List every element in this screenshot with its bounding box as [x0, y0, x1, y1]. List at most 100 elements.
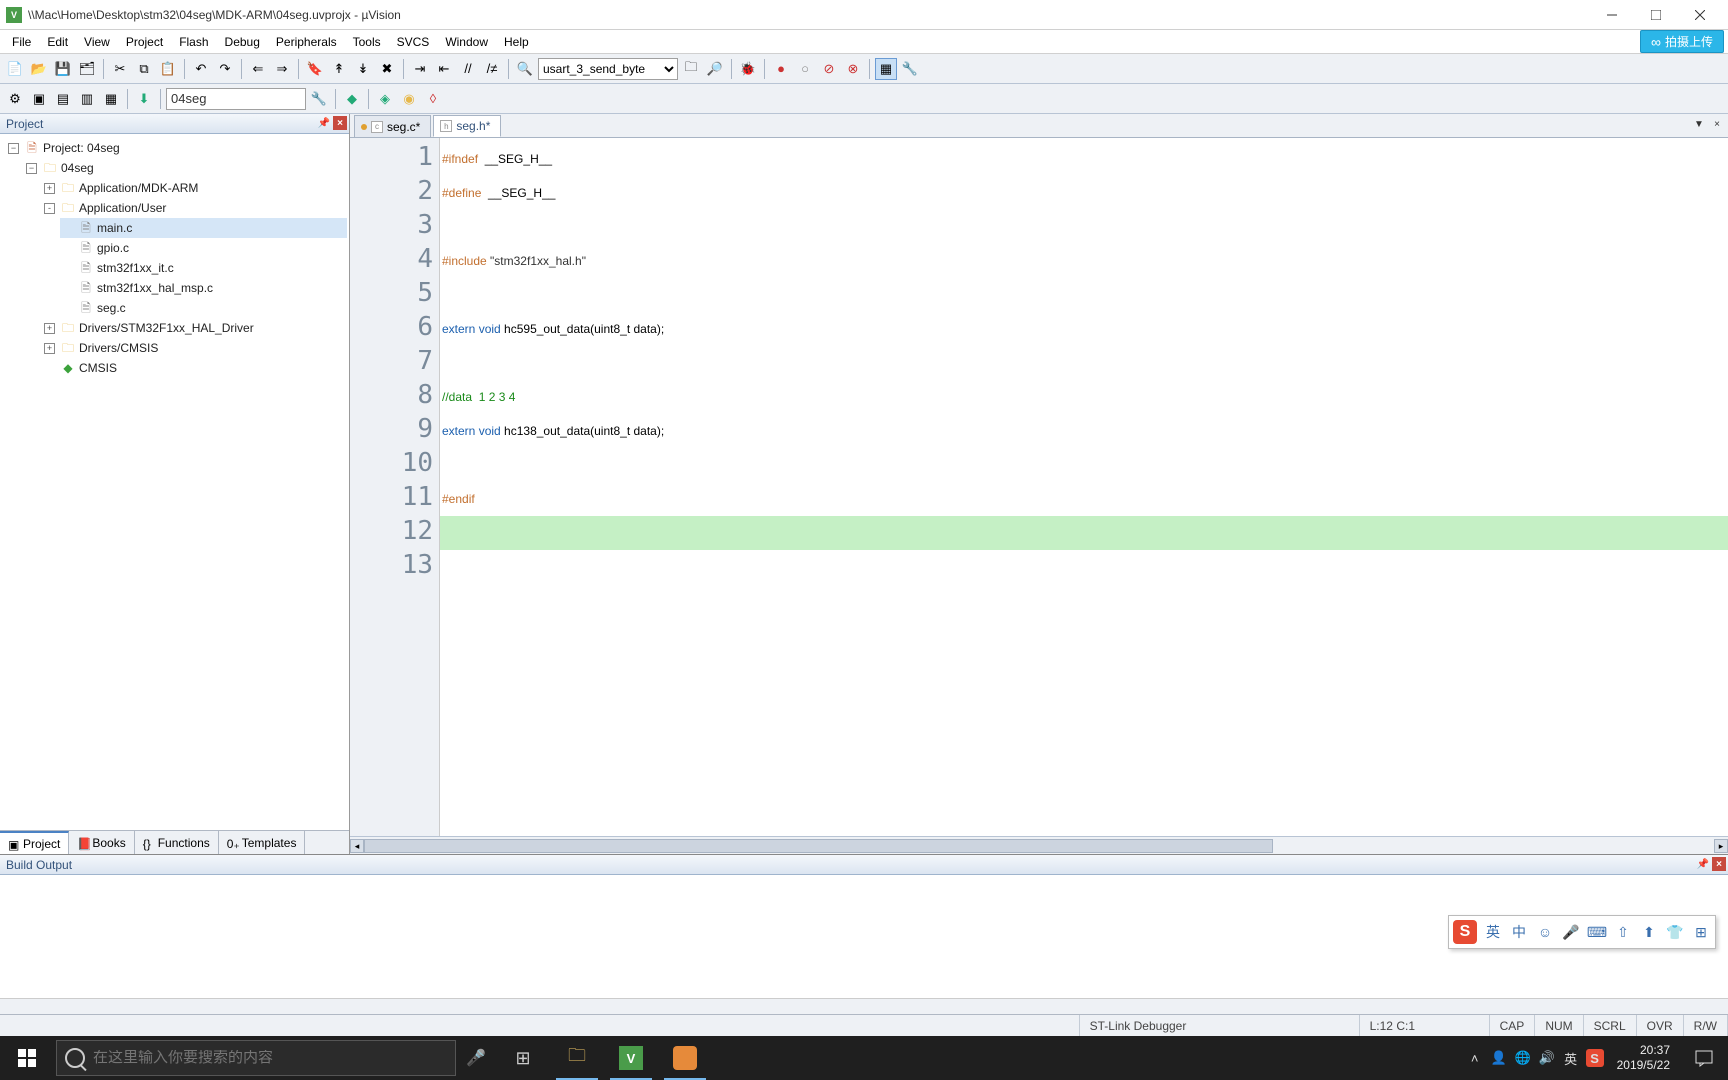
manage-icon[interactable]: ◊: [422, 88, 444, 110]
rebuild-icon[interactable]: ▤: [52, 88, 74, 110]
code-line[interactable]: [440, 210, 1728, 244]
scroll-right-icon[interactable]: ▸: [1714, 839, 1728, 853]
code-line[interactable]: #define __SEG_H__: [440, 176, 1728, 210]
code-line[interactable]: //data 1 2 3 4: [440, 380, 1728, 414]
taskbar-clock[interactable]: 20:37 2019/5/22: [1607, 1043, 1680, 1073]
tray-sogou-icon[interactable]: S: [1586, 1049, 1604, 1067]
ime-emoji-icon[interactable]: ☺: [1535, 922, 1555, 942]
code-line[interactable]: [440, 278, 1728, 312]
maximize-button[interactable]: [1634, 1, 1678, 29]
close-button[interactable]: [1678, 1, 1722, 29]
nav-back-icon[interactable]: ⇐: [247, 58, 269, 80]
manage-rte-icon[interactable]: ◆: [341, 88, 363, 110]
tray-volume-icon[interactable]: 🔊: [1535, 1036, 1559, 1080]
batch-build-icon[interactable]: ▥: [76, 88, 98, 110]
panel-close-icon[interactable]: ×: [333, 116, 347, 130]
collapse-icon[interactable]: −: [26, 163, 37, 174]
tray-network-icon[interactable]: 🌐: [1511, 1036, 1535, 1080]
menu-flash[interactable]: Flash: [171, 31, 216, 53]
search-input[interactable]: [93, 1050, 447, 1067]
download-icon[interactable]: ⬇: [133, 88, 155, 110]
bookmark-next-icon[interactable]: ↡: [352, 58, 374, 80]
build-output-body[interactable]: S 英 中 ☺ 🎤 ⌨ ⇧ ⬆ 👕 ⊞: [0, 875, 1728, 998]
ime-skin-icon[interactable]: ⇧: [1613, 922, 1633, 942]
ime-login-icon[interactable]: ⬆: [1639, 922, 1659, 942]
sogou-icon[interactable]: S: [1453, 920, 1477, 944]
tree-root[interactable]: − 🗎 Project: 04seg: [6, 138, 347, 158]
debug-icon[interactable]: 🐞: [737, 58, 759, 80]
find-icon[interactable]: 🔍: [514, 58, 536, 80]
collapse-icon[interactable]: -: [44, 203, 55, 214]
breakpoint-enable-icon[interactable]: ○: [794, 58, 816, 80]
redo-icon[interactable]: ↷: [214, 58, 236, 80]
tree-group[interactable]: +🗀Drivers/STM32F1xx_HAL_Driver: [42, 318, 347, 338]
ime-keyboard-icon[interactable]: ⌨: [1587, 922, 1607, 942]
code-line[interactable]: extern void hc595_out_data(uint8_t data)…: [440, 312, 1728, 346]
breakpoint-insert-icon[interactable]: ●: [770, 58, 792, 80]
expand-icon[interactable]: +: [44, 323, 55, 334]
notification-button[interactable]: [1680, 1036, 1728, 1080]
stop-build-icon[interactable]: ▦: [100, 88, 122, 110]
tray-chevron-icon[interactable]: ˄: [1463, 1036, 1487, 1080]
nav-fwd-icon[interactable]: ⇒: [271, 58, 293, 80]
save-all-icon[interactable]: 🗂: [76, 58, 98, 80]
scroll-thumb[interactable]: [364, 839, 1273, 853]
menu-debug[interactable]: Debug: [217, 31, 268, 53]
find-in-files-icon[interactable]: 🗀: [680, 58, 702, 80]
start-button[interactable]: [0, 1036, 54, 1080]
editor-hscrollbar[interactable]: ◂ ▸: [350, 836, 1728, 854]
select-packs-icon[interactable]: ◉: [398, 88, 420, 110]
menu-tools[interactable]: Tools: [345, 31, 389, 53]
pin-icon[interactable]: 📌: [1696, 857, 1710, 871]
editor-tab-seg-h[interactable]: h seg.h*: [433, 115, 501, 137]
open-file-icon[interactable]: 📂: [28, 58, 50, 80]
tab-templates[interactable]: 0₊Templates: [219, 831, 306, 854]
code-area[interactable]: #ifndef __SEG_H__#define __SEG_H__ #incl…: [440, 138, 1728, 836]
tree-target[interactable]: − 🗀 04seg: [24, 158, 347, 178]
panel-close-icon[interactable]: ×: [1712, 857, 1726, 871]
tree-cmsis[interactable]: ◆CMSIS: [42, 358, 347, 378]
find-combo[interactable]: usart_3_send_byte: [538, 58, 678, 80]
configure-icon[interactable]: 🔧: [899, 58, 921, 80]
upload-button[interactable]: ∞ 拍摄上传: [1640, 30, 1724, 53]
tree-file[interactable]: 🗎stm32f1xx_it.c: [60, 258, 347, 278]
uncomment-icon[interactable]: /≠: [481, 58, 503, 80]
code-line[interactable]: extern void hc138_out_data(uint8_t data)…: [440, 414, 1728, 448]
tree-group[interactable]: -🗀Application/User: [42, 198, 347, 218]
taskbar-app-uvision[interactable]: V: [604, 1036, 658, 1080]
menu-project[interactable]: Project: [118, 31, 171, 53]
translate-icon[interactable]: ⚙: [4, 88, 26, 110]
code-line[interactable]: #ifndef __SEG_H__: [440, 142, 1728, 176]
code-editor[interactable]: 12345678910111213 #ifndef __SEG_H__#defi…: [350, 138, 1728, 836]
tab-books[interactable]: 📕Books: [69, 831, 134, 854]
code-line[interactable]: [440, 550, 1728, 584]
tab-project[interactable]: ▣Project: [0, 831, 69, 854]
outdent-icon[interactable]: ⇤: [433, 58, 455, 80]
incremental-find-icon[interactable]: 🔎: [704, 58, 726, 80]
menu-peripherals[interactable]: Peripherals: [268, 31, 345, 53]
comment-icon[interactable]: //: [457, 58, 479, 80]
tree-file[interactable]: 🗎gpio.c: [60, 238, 347, 258]
build-icon[interactable]: ▣: [28, 88, 50, 110]
project-tree[interactable]: − 🗎 Project: 04seg − 🗀 04seg +🗀Applicati…: [0, 134, 349, 830]
ime-lang-icon[interactable]: 英: [1483, 922, 1503, 942]
menu-file[interactable]: File: [4, 31, 39, 53]
target-options-icon[interactable]: 🔧: [308, 88, 330, 110]
cut-icon[interactable]: ✂: [109, 58, 131, 80]
ime-voice-icon[interactable]: 🎤: [1561, 922, 1581, 942]
tab-close-icon[interactable]: ×: [1710, 117, 1724, 131]
code-line[interactable]: [440, 448, 1728, 482]
breakpoint-disable-icon[interactable]: ⊘: [818, 58, 840, 80]
tab-functions[interactable]: {}Functions: [135, 831, 219, 854]
indent-icon[interactable]: ⇥: [409, 58, 431, 80]
editor-tab-seg-c[interactable]: c seg.c*: [354, 115, 431, 137]
code-line[interactable]: #endif: [440, 482, 1728, 516]
ime-menu-icon[interactable]: ⊞: [1691, 922, 1711, 942]
bookmark-clear-icon[interactable]: ✖: [376, 58, 398, 80]
code-line[interactable]: #include "stm32f1xx_hal.h": [440, 244, 1728, 278]
cortana-mic-icon[interactable]: 🎤: [456, 1048, 496, 1068]
menu-help[interactable]: Help: [496, 31, 537, 53]
taskbar-search[interactable]: [56, 1040, 456, 1076]
tray-people-icon[interactable]: 👤: [1487, 1036, 1511, 1080]
copy-icon[interactable]: ⧉: [133, 58, 155, 80]
